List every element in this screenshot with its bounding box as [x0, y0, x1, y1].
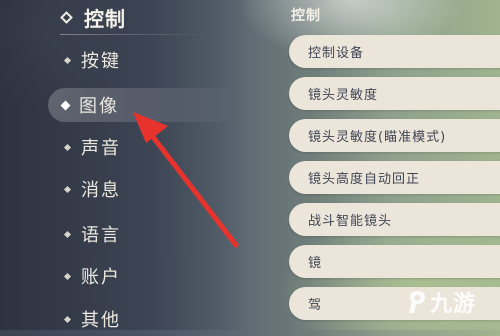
- sidebar-item-keys[interactable]: 按键: [48, 43, 238, 77]
- sidebar-item-other[interactable]: 其他: [48, 302, 238, 336]
- diamond-icon: [60, 10, 73, 24]
- sidebar-item-graphics[interactable]: 图像: [48, 88, 238, 122]
- diamond-bullet-icon: [63, 56, 72, 64]
- setting-control-device[interactable]: 控制设备: [289, 35, 500, 68]
- settings-section-title: 控制: [291, 8, 321, 24]
- setting-label: 控制设备: [308, 46, 365, 61]
- diamond-bullet-icon: [63, 272, 72, 280]
- sidebar-item-sound[interactable]: 声音: [48, 130, 238, 164]
- 9game-logo-icon: [409, 291, 426, 313]
- setting-partial-row[interactable]: 镜: [289, 245, 500, 278]
- diamond-bullet-icon: [63, 230, 72, 238]
- sidebar-category-header: 控制: [60, 2, 126, 32]
- sidebar-category-title: 控制: [84, 6, 126, 31]
- sidebar-item-messages[interactable]: 消息: [48, 172, 238, 206]
- setting-label: 镜头灵敏度: [308, 88, 379, 103]
- sidebar-item-language[interactable]: 语言: [48, 217, 238, 251]
- setting-camera-sensitivity-aiming[interactable]: 镜头灵敏度(瞄准模式): [289, 119, 500, 152]
- setting-smart-combat-camera[interactable]: 战斗智能镜头: [289, 203, 500, 236]
- diamond-bullet-icon: [63, 143, 72, 151]
- diamond-bullet-icon: [63, 315, 72, 323]
- setting-camera-sensitivity[interactable]: 镜头灵敏度: [289, 77, 500, 110]
- sidebar-item-label: 账户: [81, 267, 121, 288]
- setting-camera-height-auto-reset[interactable]: 镜头高度自动回正: [289, 161, 500, 194]
- watermark-text: 九游: [430, 292, 477, 317]
- sidebar-item-label: 语言: [81, 225, 121, 246]
- sidebar-item-label: 消息: [81, 180, 121, 201]
- setting-label: 镜头高度自动回正: [308, 172, 421, 187]
- diamond-bullet-icon: [60, 100, 71, 110]
- setting-label: 镜: [308, 256, 323, 271]
- sidebar-item-label: 按键: [81, 51, 121, 72]
- sidebar-item-label: 其他: [81, 310, 121, 331]
- header-divider: [60, 34, 210, 35]
- setting-label: 驾: [308, 298, 323, 313]
- sidebar-item-label: 图像: [79, 96, 119, 117]
- setting-label: 镜头灵敏度(瞄准模式): [308, 130, 447, 145]
- diamond-bullet-icon: [63, 185, 72, 193]
- setting-label: 战斗智能镜头: [308, 214, 393, 229]
- sidebar-item-label: 声音: [81, 138, 121, 159]
- sidebar-item-account[interactable]: 账户: [48, 259, 238, 293]
- watermark: 九游: [406, 286, 476, 318]
